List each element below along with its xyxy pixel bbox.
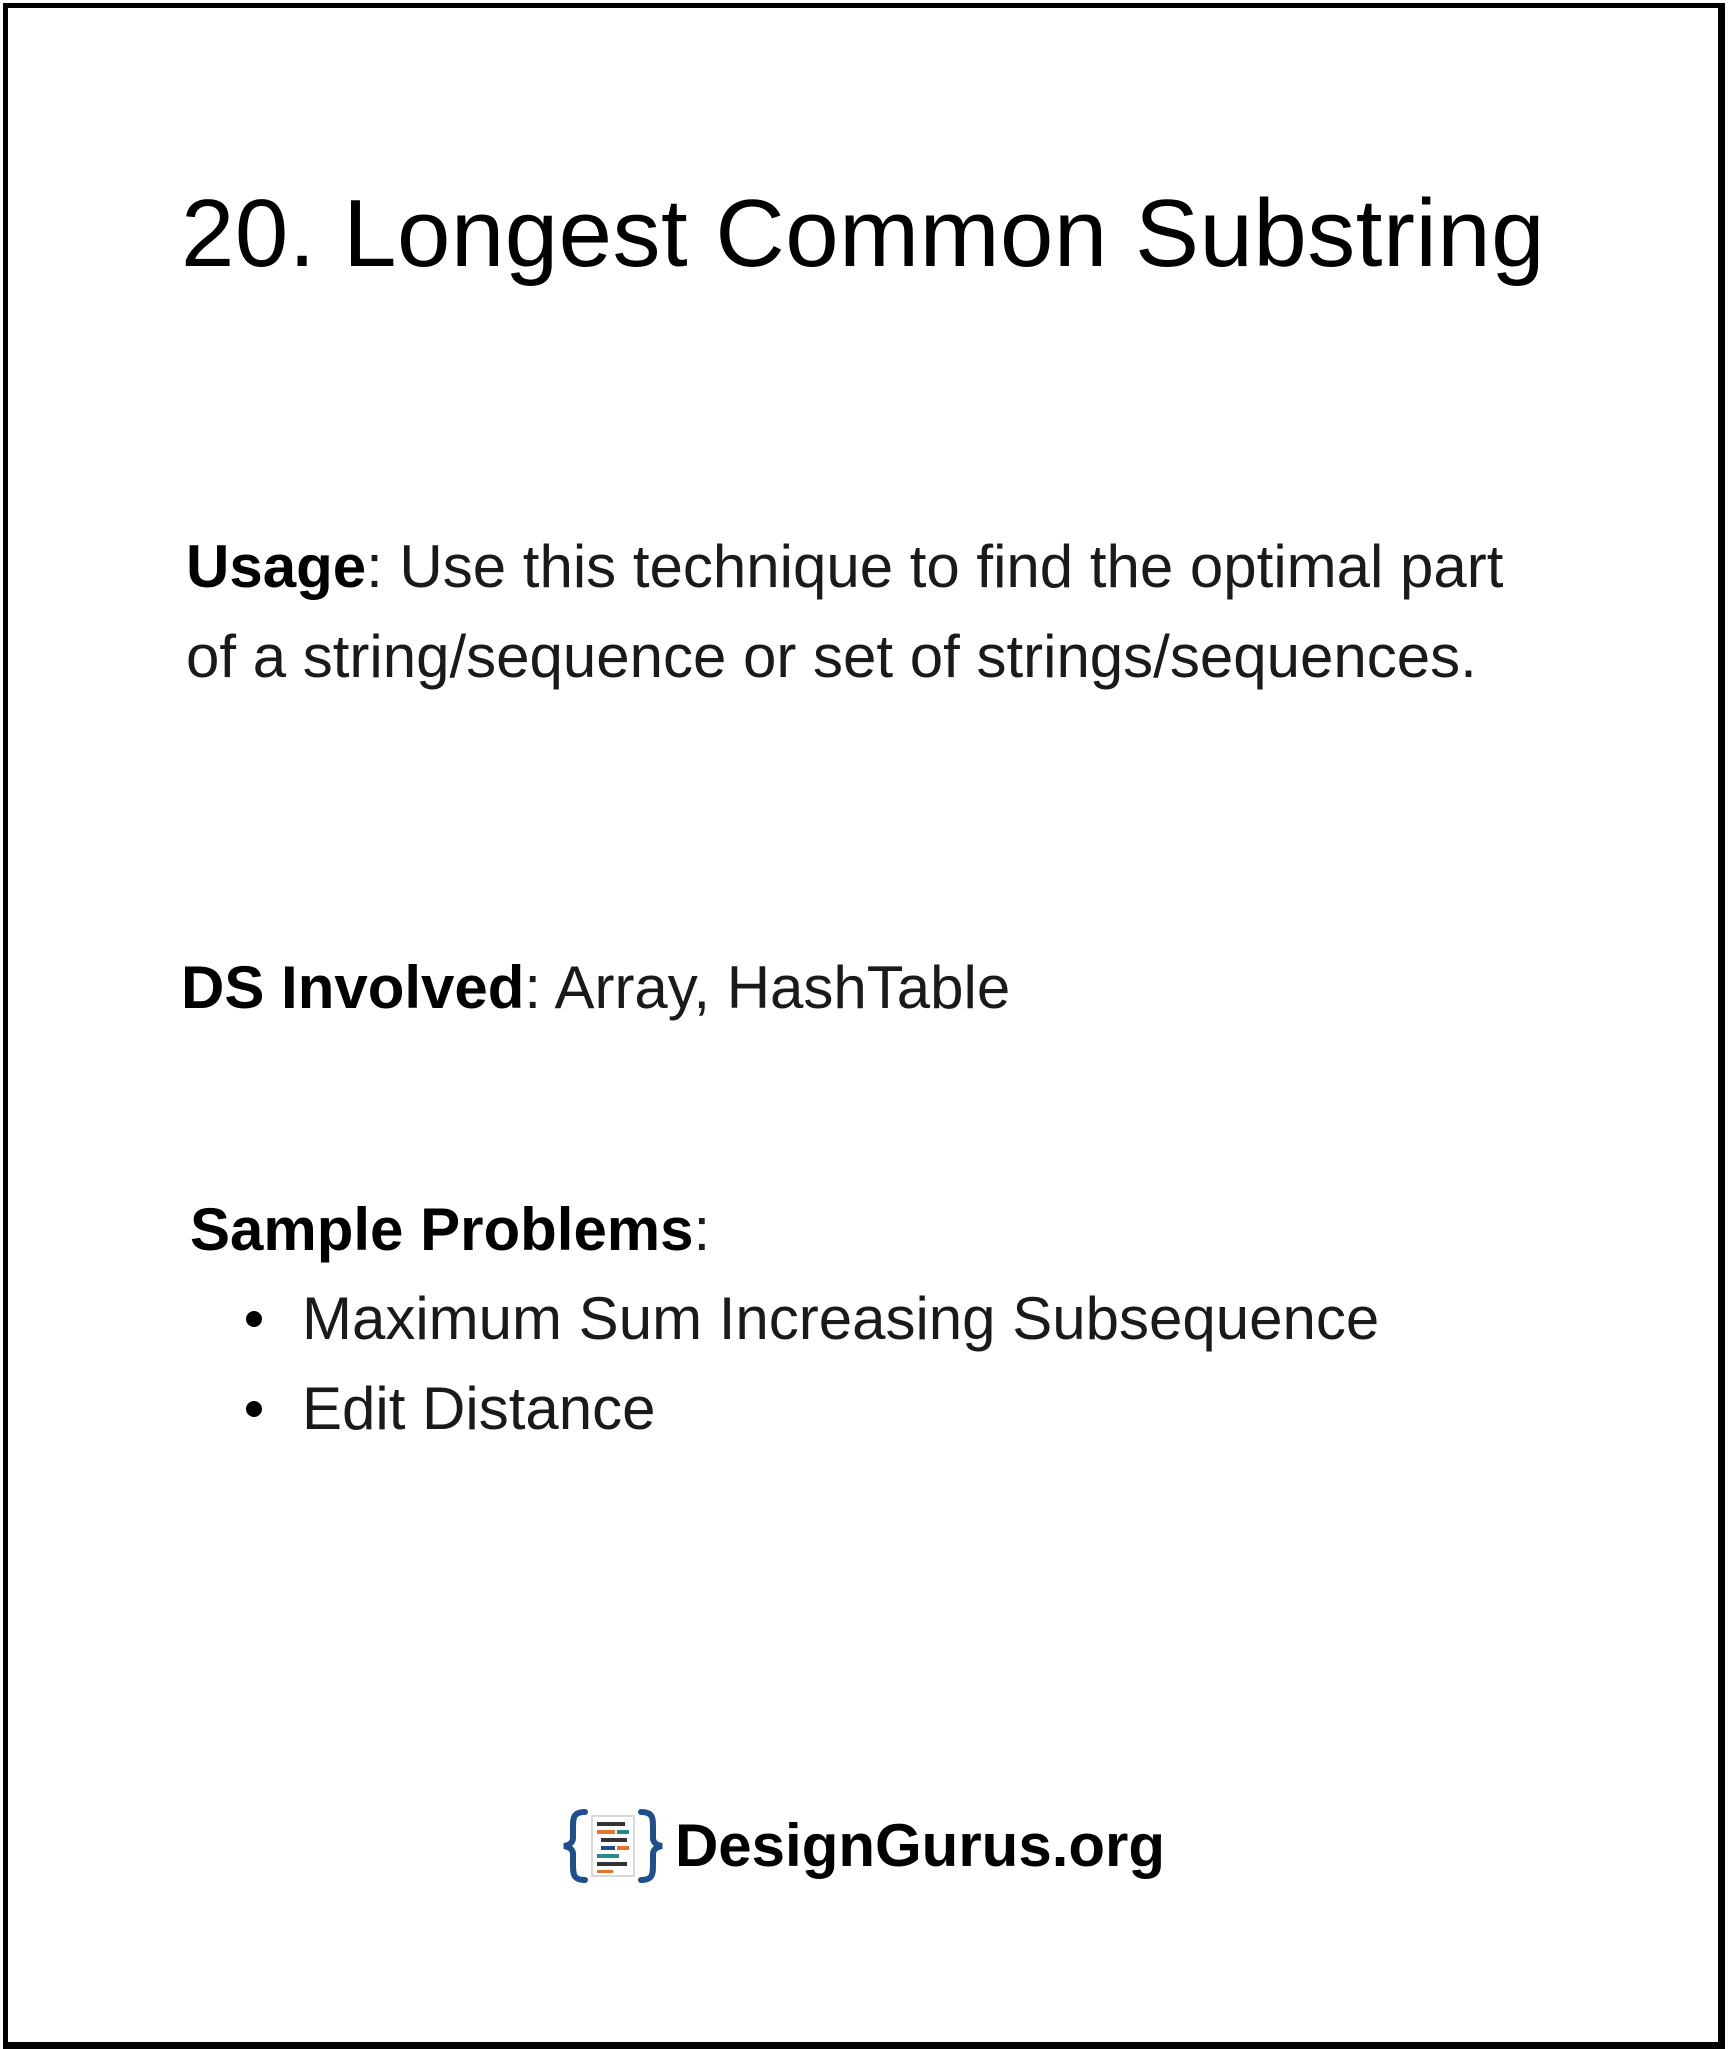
sample-problems-suffix: : [693,1196,711,1263]
pattern-card: 20. Longest Common Substring Usage: Use … [3,3,1725,2049]
usage-text: : Use this technique to find the optimal… [186,533,1504,690]
brand-name: DesignGurus.org [674,1812,1166,1879]
brand-lockup: DesignGurus.org [561,1808,1165,1884]
code-braces-logo-icon [563,1809,663,1883]
list-item: Maximum Sum Increasing Subsequence [240,1274,1379,1364]
problem-text: Maximum Sum Increasing Subsequence [302,1285,1380,1352]
ds-involved-text: : Array, HashTable [524,954,1011,1021]
problem-text: Edit Distance [302,1375,656,1442]
bullet-icon [246,1311,262,1327]
brand-footer: DesignGurus.org [8,1808,1718,1884]
usage-section: Usage: Use this technique to find the op… [186,522,1546,702]
ds-involved-label: DS Involved [181,954,525,1021]
sample-problems-heading: Sample Problems: [190,1185,1590,1275]
sample-problems-list: Maximum Sum Increasing Subsequence Edit … [240,1274,1379,1454]
page-title: 20. Longest Common Substring [180,180,1546,287]
list-item: Edit Distance [240,1364,1379,1454]
bullet-icon [246,1401,262,1417]
ds-involved-section: DS Involved: Array, HashTable [181,943,1581,1033]
sample-problems-label: Sample Problems [190,1196,694,1263]
usage-label: Usage [186,533,367,600]
